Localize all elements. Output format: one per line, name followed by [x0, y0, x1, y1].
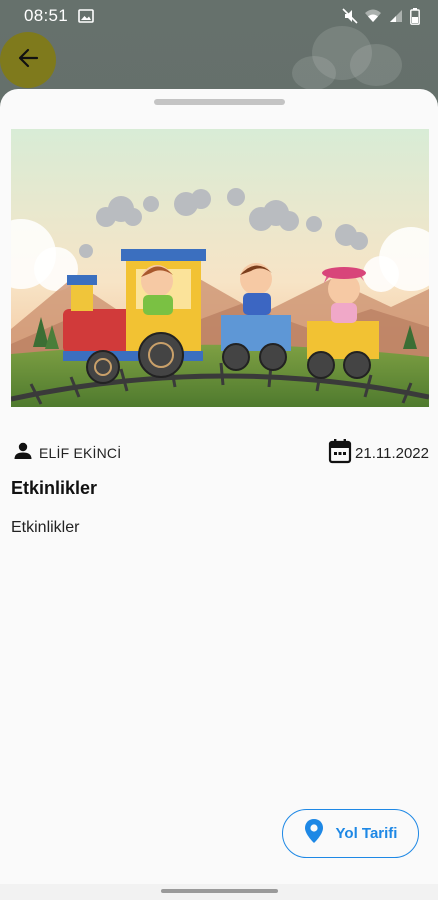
mute-icon: [342, 8, 358, 24]
post-body: Etkinlikler: [11, 519, 80, 536]
person-icon: [11, 439, 35, 468]
directions-button[interactable]: Yol Tarifi: [282, 809, 419, 858]
backdrop-cloud: [350, 44, 402, 86]
navigation-bar: [0, 884, 438, 900]
post-title: Etkinlikler: [11, 478, 98, 498]
status-bar: 08:51: [0, 0, 438, 32]
signal-icon: [388, 8, 404, 24]
drag-handle[interactable]: [154, 99, 285, 105]
wifi-icon: [364, 8, 382, 24]
arrow-left-icon: [17, 47, 39, 74]
calendar-icon: [328, 438, 352, 469]
author-name: ELİF EKİNCİ: [39, 445, 122, 461]
map-pin-icon: [304, 818, 324, 849]
status-right: [342, 7, 420, 25]
author: ELİF EKİNCİ: [11, 439, 121, 468]
image-icon: [78, 9, 94, 23]
battery-icon: [410, 7, 420, 25]
home-indicator[interactable]: [161, 889, 278, 893]
back-button[interactable]: [0, 32, 56, 88]
directions-label: Yol Tarifi: [335, 825, 398, 842]
date-text: 21.11.2022: [355, 444, 429, 462]
status-left: 08:51: [24, 6, 94, 26]
post-image: [11, 129, 429, 407]
post-date: 21.11.2022: [328, 438, 429, 469]
backdrop-cloud: [292, 56, 336, 90]
status-time: 08:51: [24, 6, 69, 25]
post-meta: ELİF EKİNCİ 21.11.2022: [11, 438, 429, 469]
detail-sheet: ELİF EKİNCİ 21.11.2022 Etkinlikler Etkin…: [0, 89, 438, 884]
